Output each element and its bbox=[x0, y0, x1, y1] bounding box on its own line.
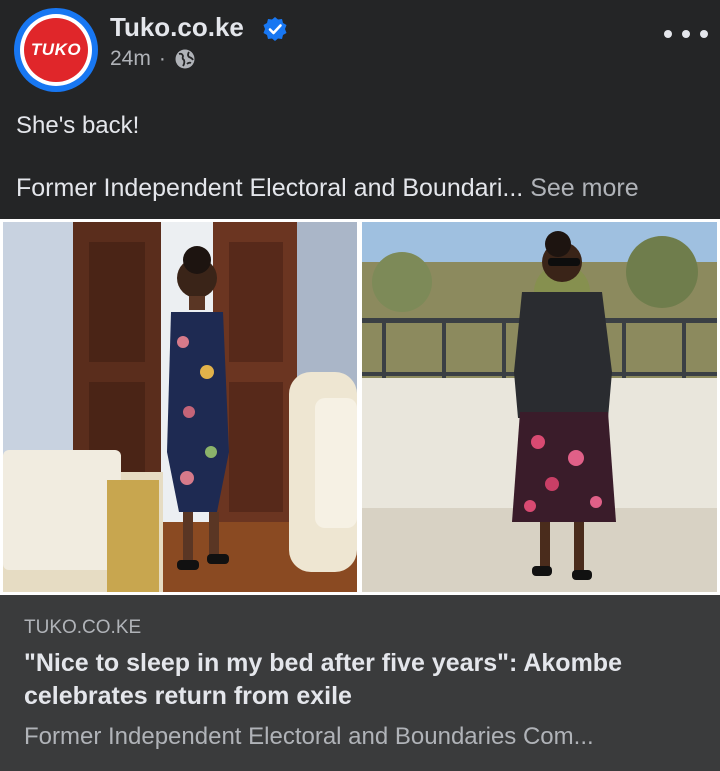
post-caption-line2: Former Independent Electoral and Boundar… bbox=[16, 174, 639, 203]
post-timestamp[interactable]: 24m bbox=[110, 47, 151, 71]
facebook-post: TUKO Tuko.co.ke 24m · She's back! Former… bbox=[0, 0, 720, 771]
meta-separator: · bbox=[158, 47, 166, 70]
post-header: TUKO Tuko.co.ke 24m · bbox=[0, 0, 720, 100]
globe-icon bbox=[175, 49, 195, 69]
photo-left[interactable] bbox=[3, 222, 357, 592]
link-description: Former Independent Electoral and Boundar… bbox=[24, 723, 594, 750]
more-options-button[interactable] bbox=[664, 20, 708, 48]
post-caption-line1: She's back! bbox=[16, 112, 140, 139]
page-name-link[interactable]: Tuko.co.ke bbox=[110, 12, 244, 43]
post-caption-text: Former Independent Electoral and Boundar… bbox=[16, 174, 524, 202]
post-meta: 24m · bbox=[110, 46, 196, 72]
photo-right[interactable] bbox=[362, 222, 717, 592]
link-preview[interactable]: TUKO.CO.KE "Nice to sleep in my bed afte… bbox=[0, 595, 720, 771]
verified-badge-icon bbox=[263, 17, 287, 41]
link-title[interactable]: "Nice to sleep in my bed after five year… bbox=[24, 647, 694, 713]
page-avatar[interactable]: TUKO bbox=[14, 8, 98, 92]
post-photos bbox=[0, 219, 720, 595]
avatar-logo-text: TUKO bbox=[30, 40, 82, 59]
see-more-link[interactable]: See more bbox=[530, 174, 638, 202]
more-options-icon bbox=[664, 30, 672, 38]
link-domain: TUKO.CO.KE bbox=[24, 617, 142, 638]
